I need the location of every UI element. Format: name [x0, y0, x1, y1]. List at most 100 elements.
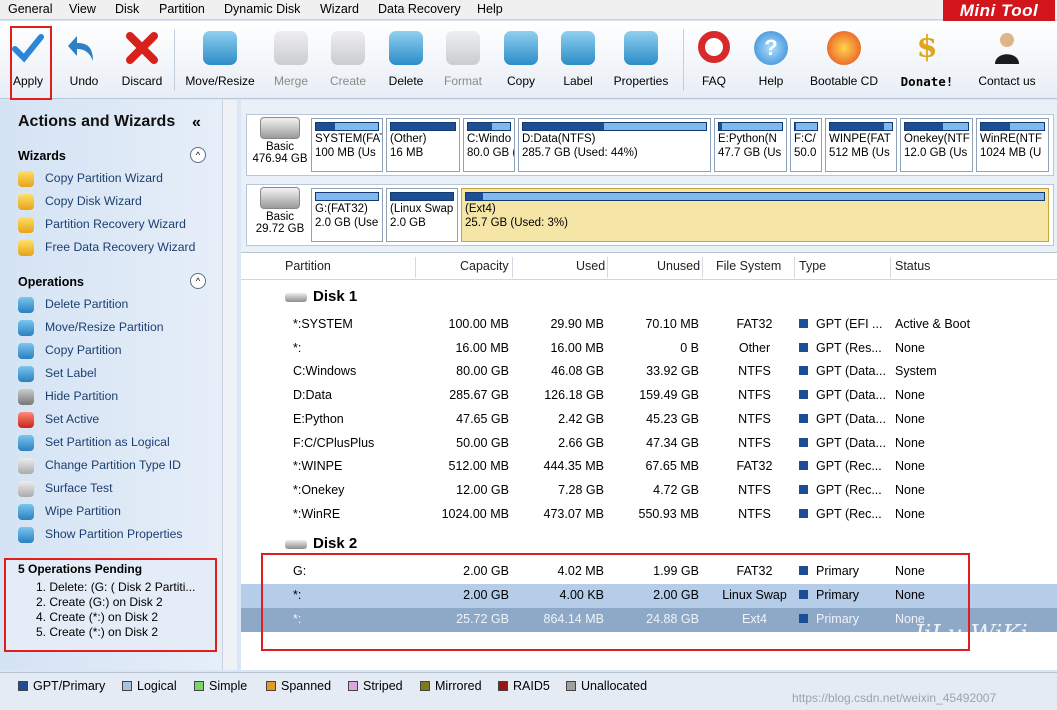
- partition-block[interactable]: (Other) 16 MB: [386, 118, 460, 172]
- sidebar-item-set-active[interactable]: Set Active: [18, 412, 99, 432]
- column-type[interactable]: Type: [799, 259, 826, 273]
- table-cell: None: [895, 482, 925, 497]
- table-row[interactable]: *:WINPE 512.00 MB 444.35 MB 67.65 MB FAT32 GP…: [241, 455, 1057, 479]
- sidebar-item-delete-partition[interactable]: Delete Partition: [18, 297, 128, 317]
- partition-block[interactable]: F:C/50.0: [790, 118, 822, 172]
- collapse-sidebar-icon[interactable]: «: [192, 114, 201, 132]
- sidebar-item-show-partition-properties[interactable]: Show Partition Properties: [18, 527, 183, 547]
- partition-block[interactable]: D:Data(NTFS) 285.7 GB (Used: 44%): [518, 118, 711, 172]
- discard-button[interactable]: Discard: [118, 27, 166, 93]
- table-cell: 29.90 MB: [550, 317, 604, 331]
- question-icon: ?: [754, 31, 788, 65]
- menu-disk[interactable]: Disk: [115, 2, 139, 16]
- table-row[interactable]: *:SYSTEM 100.00 MB 29.90 MB 70.10 MB FAT32 GP…: [241, 313, 1057, 337]
- menu-general[interactable]: General: [8, 2, 52, 16]
- partition-block[interactable]: (Linux Swap 2.0 GB: [386, 188, 458, 242]
- sidebar-item-copy-partition[interactable]: Copy Partition: [18, 343, 122, 363]
- bootable-cd-button[interactable]: Bootable CD: [804, 27, 884, 93]
- column-unused[interactable]: Unused: [657, 259, 700, 273]
- operations-collapse-icon[interactable]: ^: [190, 273, 206, 289]
- partition-block[interactable]: C:Windo 80.0 GB (Us: [463, 118, 515, 172]
- menu-dynamic-disk[interactable]: Dynamic Disk: [224, 2, 300, 16]
- contact-us-button[interactable]: Contact us: [972, 27, 1042, 93]
- table-row[interactable]: F:C/CPlusPlus 50.00 GB 2.66 GB 47.34 GB NTFS…: [241, 432, 1057, 456]
- sidebar-item-partition-recovery-wizard[interactable]: Partition Recovery Wizard: [18, 217, 186, 237]
- sidebar-item-copy-disk-wizard[interactable]: Copy Disk Wizard: [18, 194, 142, 214]
- format-button[interactable]: Format: [440, 27, 486, 93]
- sidebar-item-free-data-recovery-wizard[interactable]: Free Data Recovery Wizard: [18, 240, 195, 260]
- sidebar-item-set-label[interactable]: Set Label: [18, 366, 97, 386]
- legend-item: Mirrored: [420, 679, 482, 693]
- sidebar-item-change-partition-type-id[interactable]: Change Partition Type ID: [18, 458, 181, 478]
- disk-icon: [285, 292, 307, 302]
- sidebar-item-wipe-partition[interactable]: Wipe Partition: [18, 504, 121, 524]
- help-button[interactable]: ? Help: [750, 27, 792, 93]
- copy-button[interactable]: Copy: [500, 27, 542, 93]
- move-resize-button[interactable]: Move/Resize: [182, 27, 258, 93]
- legend-swatch: [18, 681, 28, 691]
- wipe-partition-icon: [18, 504, 34, 520]
- table-row[interactable]: E:Python 47.65 GB 2.42 GB 45.23 GB NTFS GPT (…: [241, 408, 1057, 432]
- menu-data-recovery[interactable]: Data Recovery: [378, 2, 461, 16]
- partition-size: 80.0 GB (Us: [467, 147, 514, 159]
- legend-item: Unallocated: [566, 679, 647, 693]
- disk-2-map-row[interactable]: Basic 29.72 GB G:(FAT32) 2.0 GB (Use (Linu…: [246, 184, 1054, 246]
- menu-partition[interactable]: Partition: [159, 2, 205, 16]
- disk-1-heading[interactable]: Disk 1: [285, 288, 357, 305]
- menu-help[interactable]: Help: [477, 2, 503, 16]
- table-cell: NTFS: [738, 482, 771, 497]
- merge-button[interactable]: Merge: [270, 27, 312, 93]
- column-file-system[interactable]: File System: [716, 259, 781, 273]
- table-row[interactable]: *:WinRE 1024.00 MB 473.07 MB 550.93 MB NTFS G…: [241, 503, 1057, 527]
- wizard-icon: [18, 217, 34, 233]
- menu-view[interactable]: View: [69, 2, 96, 16]
- table-cell: NTFS: [738, 388, 771, 403]
- minitool-logo: Mini Tool: [943, 0, 1055, 21]
- undo-arrow-icon: [67, 31, 101, 65]
- sidebar-item-copy-partition-wizard[interactable]: Copy Partition Wizard: [18, 171, 163, 191]
- sidebar-item-move-resize-partition[interactable]: Move/Resize Partition: [18, 320, 164, 340]
- hard-disk-icon: [260, 117, 300, 139]
- table-row[interactable]: *:Onekey 12.00 GB 7.28 GB 4.72 GB NTFS GPT (R…: [241, 479, 1057, 503]
- label-button[interactable]: Label: [556, 27, 600, 93]
- table-row[interactable]: *: 16.00 MB 16.00 MB 0 B Other GPT (Res... Non…: [241, 337, 1057, 361]
- column-used[interactable]: Used: [576, 259, 605, 273]
- donate-button[interactable]: $ Donate!: [894, 27, 960, 93]
- menu-wizard[interactable]: Wizard: [320, 2, 359, 16]
- partition-block[interactable]: SYSTEM(FAT 100 MB (Us: [311, 118, 383, 172]
- partition-block[interactable]: (Ext4) 25.7 GB (Used: 3%): [461, 188, 1049, 242]
- pending-operation[interactable]: 2. Create (G:) on Disk 2: [36, 595, 163, 609]
- sidebar-item-set-partition-as-logical[interactable]: Set Partition as Logical: [18, 435, 170, 455]
- sidebar-item-surface-test[interactable]: Surface Test: [18, 481, 113, 501]
- table-row[interactable]: D:Data 285.67 GB 126.18 GB 159.49 GB NTFS GPT…: [241, 384, 1057, 408]
- disk-1-label: Basic 476.94 GB: [251, 117, 309, 173]
- sidebar-item-hide-partition[interactable]: Hide Partition: [18, 389, 118, 409]
- delete-button[interactable]: Delete: [384, 27, 428, 93]
- move-resize-icon: [203, 31, 237, 65]
- table-cell: GPT (EFI ...: [799, 317, 882, 331]
- partition-block[interactable]: WINPE(FAT 512 MB (Us: [825, 118, 897, 172]
- sidebar-scrollbar[interactable]: [222, 100, 237, 670]
- toolbar-separator: [683, 29, 684, 91]
- partition-block[interactable]: E:Python(N 47.7 GB (Us: [714, 118, 787, 172]
- pending-operation[interactable]: 4. Create (*:) on Disk 2: [36, 610, 158, 624]
- faq-button[interactable]: FAQ: [692, 27, 736, 93]
- pending-operation[interactable]: 5. Create (*:) on Disk 2: [36, 625, 158, 639]
- undo-button[interactable]: Undo: [64, 27, 104, 93]
- disk-2-heading[interactable]: Disk 2: [285, 535, 357, 552]
- partition-size: 16 MB: [390, 147, 424, 159]
- pending-operation[interactable]: 1. Delete: (G: ( Disk 2 Partiti...: [36, 580, 195, 594]
- column-capacity[interactable]: Capacity: [460, 259, 509, 273]
- partition-block[interactable]: WinRE(NTF 1024 MB (U: [976, 118, 1049, 172]
- apply-highlight-box: [10, 26, 52, 100]
- partition-block[interactable]: G:(FAT32) 2.0 GB (Use: [311, 188, 383, 242]
- table-cell: Other: [738, 340, 771, 355]
- wizards-collapse-icon[interactable]: ^: [190, 147, 206, 163]
- disk-1-map-row[interactable]: Basic 476.94 GB SYSTEM(FAT 100 MB (Us (Oth…: [246, 114, 1054, 176]
- column-partition[interactable]: Partition: [285, 259, 331, 273]
- create-button[interactable]: Create: [326, 27, 370, 93]
- table-row[interactable]: C:Windows 80.00 GB 46.08 GB 33.92 GB NTFS GPT…: [241, 360, 1057, 384]
- properties-button[interactable]: Properties: [610, 27, 672, 93]
- column-status[interactable]: Status: [895, 259, 930, 273]
- partition-block[interactable]: Onekey(NTF 12.0 GB (Us: [900, 118, 973, 172]
